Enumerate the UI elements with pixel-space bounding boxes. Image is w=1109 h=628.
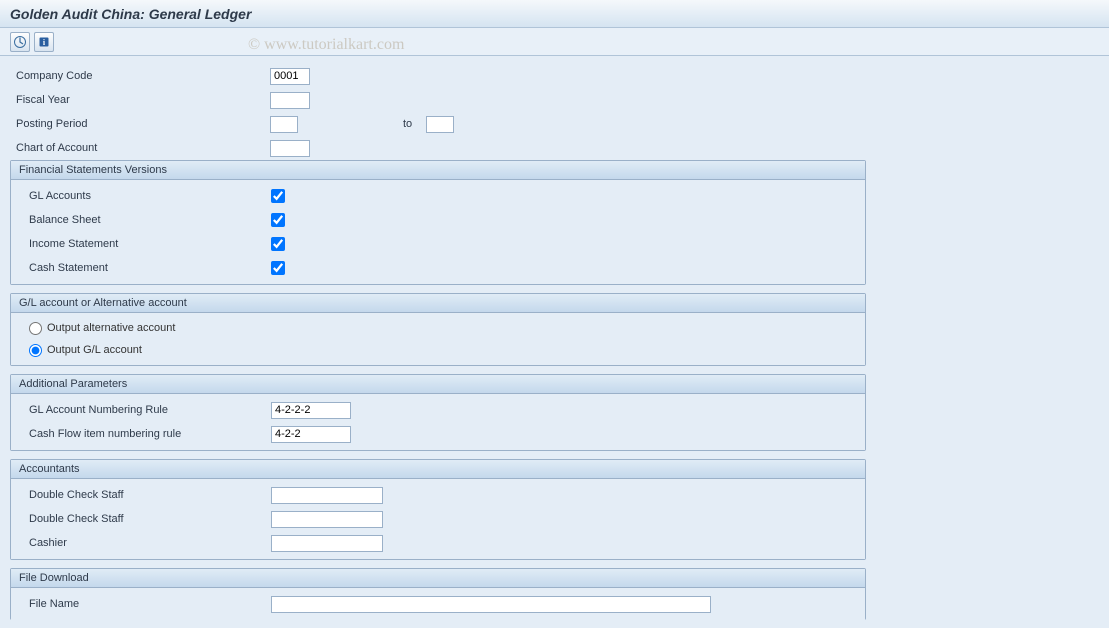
income-statement-label: Income Statement — [11, 238, 271, 250]
account-output-group: G/L account or Alternative account Outpu… — [10, 293, 866, 366]
company-code-label: Company Code — [10, 70, 270, 82]
account-output-title: G/L account or Alternative account — [11, 294, 865, 313]
cash-statement-checkbox[interactable] — [271, 261, 285, 275]
info-button[interactable]: i — [34, 32, 54, 52]
execute-button[interactable] — [10, 32, 30, 52]
chart-of-account-label: Chart of Account — [10, 142, 270, 154]
file-name-row: File Name — [11, 592, 865, 616]
fiscal-year-label: Fiscal Year — [10, 94, 270, 106]
cash-statement-row: Cash Statement — [11, 256, 865, 280]
cf-rule-row: Cash Flow item numbering rule — [11, 422, 865, 446]
cf-rule-label: Cash Flow item numbering rule — [11, 428, 271, 440]
balance-sheet-checkbox[interactable] — [271, 213, 285, 227]
fsv-group: Financial Statements Versions GL Account… — [10, 160, 866, 285]
page-title: Golden Audit China: General Ledger — [10, 6, 1099, 22]
cashier-row: Cashier — [11, 531, 865, 555]
income-statement-checkbox[interactable] — [271, 237, 285, 251]
double-check-1-label: Double Check Staff — [11, 489, 271, 501]
cashier-label: Cashier — [11, 537, 271, 549]
posting-period-label: Posting Period — [10, 118, 270, 130]
double-check-2-label: Double Check Staff — [11, 513, 271, 525]
posting-period-to-field[interactable] — [426, 116, 454, 133]
additional-title: Additional Parameters — [11, 375, 865, 394]
chart-of-account-field[interactable] — [270, 140, 310, 157]
double-check-2-field[interactable] — [271, 511, 383, 528]
gl-rule-row: GL Account Numbering Rule — [11, 398, 865, 422]
output-gl-radio[interactable] — [29, 344, 42, 357]
posting-period-from-field[interactable] — [270, 116, 298, 133]
file-name-field[interactable] — [271, 596, 711, 613]
posting-period-to-label: to — [403, 118, 412, 130]
gl-accounts-row: GL Accounts — [11, 184, 865, 208]
cf-rule-field[interactable] — [271, 426, 351, 443]
gl-rule-label: GL Account Numbering Rule — [11, 404, 271, 416]
gl-rule-field[interactable] — [271, 402, 351, 419]
gl-accounts-checkbox[interactable] — [271, 189, 285, 203]
output-gl-label: Output G/L account — [47, 344, 142, 356]
balance-sheet-row: Balance Sheet — [11, 208, 865, 232]
info-icon: i — [37, 35, 51, 49]
cash-statement-label: Cash Statement — [11, 262, 271, 274]
cashier-field[interactable] — [271, 535, 383, 552]
window-titlebar: Golden Audit China: General Ledger — [0, 0, 1109, 28]
fiscal-year-row: Fiscal Year — [10, 88, 1099, 112]
additional-group: Additional Parameters GL Account Numberi… — [10, 374, 866, 451]
output-alternative-radio[interactable] — [29, 322, 42, 335]
chart-of-account-row: Chart of Account — [10, 136, 1099, 160]
double-check-1-field[interactable] — [271, 487, 383, 504]
double-check-1-row: Double Check Staff — [11, 483, 865, 507]
accountants-title: Accountants — [11, 460, 865, 479]
double-check-2-row: Double Check Staff — [11, 507, 865, 531]
toolbar: i — [0, 28, 1109, 56]
accountants-group: Accountants Double Check Staff Double Ch… — [10, 459, 866, 560]
gl-accounts-label: GL Accounts — [11, 190, 271, 202]
file-name-label: File Name — [11, 598, 271, 610]
file-title: File Download — [11, 569, 865, 588]
company-code-field[interactable] — [270, 68, 310, 85]
fiscal-year-field[interactable] — [270, 92, 310, 109]
execute-icon — [13, 35, 27, 49]
output-gl-row: Output G/L account — [11, 339, 865, 361]
form-area: Company Code Fiscal Year Posting Period … — [0, 56, 1109, 628]
income-statement-row: Income Statement — [11, 232, 865, 256]
output-alternative-label: Output alternative account — [47, 322, 175, 334]
fsv-group-title: Financial Statements Versions — [11, 161, 865, 180]
posting-period-row: Posting Period to — [10, 112, 1099, 136]
output-alternative-row: Output alternative account — [11, 317, 865, 339]
company-code-row: Company Code — [10, 64, 1099, 88]
file-group: File Download File Name — [10, 568, 866, 620]
balance-sheet-label: Balance Sheet — [11, 214, 271, 226]
